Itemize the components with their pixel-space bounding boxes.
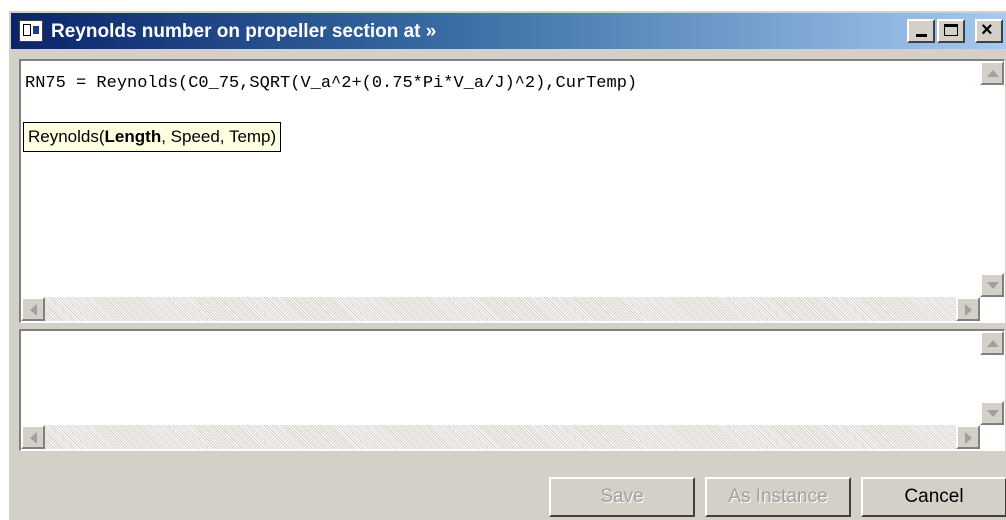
as-instance-button[interactable]: As Instance [705, 477, 851, 517]
window-title: Reynolds number on propeller section at … [51, 21, 437, 42]
scroll-left-icon [30, 304, 37, 316]
maximize-icon [944, 24, 958, 36]
scroll-down-icon [987, 410, 999, 417]
title-bar[interactable]: Reynolds number on propeller section at … [11, 13, 1006, 49]
maximize-button[interactable] [937, 19, 965, 43]
output-scroll-left-button[interactable] [21, 425, 45, 449]
close-button[interactable]: × [975, 19, 1003, 43]
scroll-down-icon [987, 282, 999, 289]
editor-scroll-down-button[interactable] [980, 273, 1004, 297]
cancel-button[interactable]: Cancel [861, 477, 1006, 517]
tooltip-current-param: Length [104, 127, 162, 146]
scroll-up-icon [987, 340, 999, 347]
minimize-button[interactable] [907, 19, 935, 43]
scroll-left-icon [30, 432, 37, 444]
scroll-right-icon [965, 304, 972, 316]
output-scroll-up-button[interactable] [980, 331, 1004, 355]
dialog-window: Reynolds number on propeller section at … [8, 10, 1006, 520]
output-vertical-scrollbar[interactable] [980, 331, 1004, 425]
tooltip-prefix: Reynolds( [28, 127, 105, 146]
scroll-up-icon [987, 70, 999, 77]
app-icon[interactable] [19, 20, 43, 42]
output-horizontal-scrollbar[interactable] [21, 425, 980, 449]
minimize-icon [916, 34, 927, 37]
signature-tooltip: Reynolds(Length, Speed, Temp) [23, 122, 282, 152]
editor-scroll-left-button[interactable] [21, 297, 45, 321]
output-scroll-down-button[interactable] [980, 401, 1004, 425]
output-pane[interactable] [19, 329, 1005, 451]
editor-horizontal-scrollbar[interactable] [21, 297, 980, 321]
editor-scroll-right-button[interactable] [956, 297, 980, 321]
scroll-right-icon [965, 432, 972, 444]
close-icon: × [981, 19, 993, 41]
save-button[interactable]: Save [549, 477, 695, 517]
expression-editor[interactable]: RN75 = Reynolds(C0_75,SQRT(V_a^2+(0.75*P… [19, 59, 1005, 323]
tooltip-suffix: , Speed, Temp) [161, 127, 277, 146]
expression-text[interactable]: RN75 = Reynolds(C0_75,SQRT(V_a^2+(0.75*P… [25, 74, 637, 93]
editor-scroll-up-button[interactable] [980, 61, 1004, 85]
editor-vertical-scrollbar[interactable] [980, 61, 1004, 297]
output-scroll-right-button[interactable] [956, 425, 980, 449]
